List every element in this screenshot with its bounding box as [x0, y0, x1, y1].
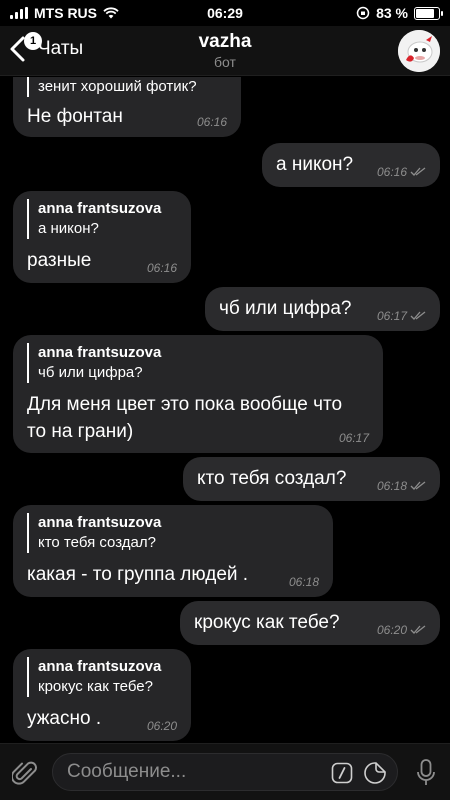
chat-header: 1 Чаты vazha бот — [0, 26, 450, 76]
reply-text: зенит хороший фотик? — [38, 78, 197, 95]
message-field — [52, 753, 398, 791]
message-time: 06:20 — [146, 719, 177, 733]
message-time: 06:17 — [377, 309, 426, 323]
reply-author: anna frantsuzova — [38, 514, 162, 531]
read-checks-icon — [410, 625, 426, 634]
message-time: 06:18 — [288, 575, 319, 589]
message-text: Для меня цвет это пока вообще что то на … — [27, 394, 343, 442]
read-checks-icon — [410, 481, 426, 490]
message-time: 06:17 — [338, 431, 369, 445]
chat-title-block[interactable]: vazha бот — [0, 31, 450, 70]
message-outgoing[interactable]: а никон? 06:16 — [262, 143, 440, 187]
message-incoming[interactable]: anna frantsuzova кто тебя создал? какая … — [13, 505, 333, 597]
message-outgoing[interactable]: кто тебя создал? 06:18 — [183, 457, 440, 501]
reply-quote: anna frantsuzova а никон? — [27, 199, 177, 239]
read-checks-icon — [410, 167, 426, 176]
message-time: 06:20 — [377, 623, 426, 637]
paperclip-icon[interactable] — [12, 759, 38, 787]
reply-text: крокус как тебе? — [38, 678, 153, 695]
reply-quote: зенит хороший фотик? — [27, 77, 227, 97]
composer — [0, 743, 450, 800]
reply-text: кто тебя создал? — [38, 534, 156, 551]
reply-text: а никон? — [38, 220, 99, 237]
chat-subtitle: бот — [214, 54, 236, 70]
message-list[interactable]: зенит хороший фотик? Не фонтан 06:16 а н… — [0, 77, 450, 743]
battery-icon — [414, 6, 443, 20]
message-incoming[interactable]: зенит хороший фотик? Не фонтан 06:16 — [13, 77, 241, 137]
reply-quote: anna frantsuzova кто тебя создал? — [27, 513, 319, 553]
reply-text: чб или цифра? — [38, 364, 143, 381]
microphone-icon[interactable] — [416, 758, 436, 788]
message-text: какая - то группа людей . — [27, 564, 249, 585]
reply-quote: anna frantsuzova чб или цифра? — [27, 343, 369, 383]
message-incoming[interactable]: anna frantsuzova крокус как тебе? ужасно… — [13, 649, 191, 741]
chat-title: vazha — [198, 31, 252, 52]
message-time: 06:16 — [196, 115, 227, 129]
slash-command-icon[interactable] — [331, 762, 353, 784]
message-outgoing[interactable]: чб или цифра? 06:17 — [205, 287, 440, 331]
reply-author: anna frantsuzova — [38, 200, 162, 217]
message-time: 06:18 — [377, 479, 426, 493]
status-bar: MTS RUS 06:29 83 % — [0, 0, 450, 26]
bot-avatar-image — [398, 30, 440, 72]
message-time: 06:16 — [377, 165, 426, 179]
message-time: 06:16 — [146, 261, 177, 275]
sticker-icon[interactable] — [363, 761, 387, 785]
read-checks-icon — [410, 311, 426, 320]
message-outgoing[interactable]: крокус как тебе? 06:20 — [180, 601, 440, 645]
message-incoming[interactable]: anna frantsuzova а никон? разные 06:16 — [13, 191, 191, 283]
clock: 06:29 — [207, 5, 243, 21]
reply-quote: anna frantsuzova крокус как тебе? — [27, 657, 177, 697]
reply-author: anna frantsuzova — [38, 344, 162, 361]
reply-author: anna frantsuzova — [38, 658, 162, 675]
message-incoming[interactable]: anna frantsuzova чб или цифра? Для меня … — [13, 335, 383, 453]
message-input[interactable] — [67, 760, 317, 784]
avatar[interactable] — [398, 30, 440, 72]
